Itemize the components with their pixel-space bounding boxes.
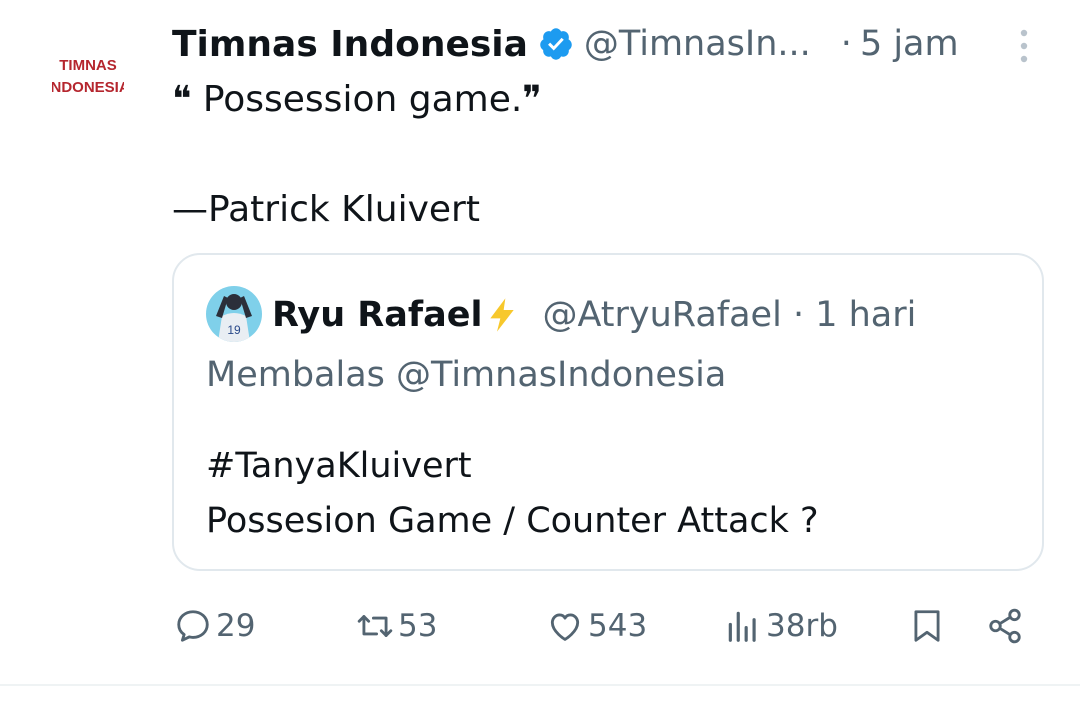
timnas-logo: TIMNAS INDONESIA [46, 57, 130, 96]
verified-badge-icon[interactable] [538, 26, 574, 62]
logo-line-1: TIMNAS [59, 57, 117, 74]
lightning-icon [490, 298, 515, 332]
share-button[interactable] [986, 598, 1024, 654]
like-count: 543 [588, 608, 648, 644]
retweet-icon [357, 615, 393, 637]
author-handle[interactable]: @TimnasIn... [584, 24, 811, 64]
reply-to-label[interactable]: Membalas @TimnasIndonesia [206, 355, 726, 395]
author-name[interactable]: Timnas Indonesia [172, 24, 528, 65]
tweet-text: ❝ Possession game.❞ —Patrick Kluivert [172, 74, 1032, 236]
quoted-tweet-header: Ryu Rafael @AtryuRafael · 1 hari [272, 291, 916, 339]
bookmark-button[interactable] [908, 598, 946, 654]
more-vertical-icon[interactable] [1012, 26, 1036, 66]
tweet-divider [0, 684, 1080, 686]
tweet-text-quote: ❝ Possession game.❞ [172, 79, 542, 120]
quoted-author-name[interactable]: Ryu Rafael [272, 295, 482, 335]
quoted-author-handle-time[interactable]: @AtryuRafael · 1 hari [542, 295, 916, 335]
quoted-author-avatar[interactable]: 19 [206, 286, 262, 342]
views-button[interactable]: 38rb [724, 598, 838, 654]
reply-icon [177, 610, 209, 642]
jersey-number: 19 [227, 323, 241, 337]
tweet-header: Timnas Indonesia @TimnasIn... · 5 jam [172, 18, 1052, 70]
bookmark-icon [914, 610, 940, 642]
views-count: 38rb [766, 608, 838, 644]
action-bar: 29 53 543 38rb [0, 598, 1080, 654]
quoted-question: Possesion Game / Counter Attack ? [206, 501, 819, 541]
like-button[interactable]: 543 [546, 598, 647, 654]
author-avatar[interactable]: TIMNAS INDONESIA [46, 50, 130, 106]
reply-count: 29 [216, 608, 256, 644]
quoted-tweet-card[interactable]: 19 Ryu Rafael @AtryuRafael · 1 hari Memb… [172, 253, 1044, 571]
share-icon [989, 608, 1021, 644]
player-photo-avatar: 19 [206, 286, 262, 342]
reply-button[interactable]: 29 [174, 598, 255, 654]
logo-line-2: INDONESIA [52, 79, 124, 96]
views-chart-icon [728, 611, 756, 642]
tweet-time[interactable]: 5 jam [860, 24, 959, 64]
quoted-hashtag[interactable]: #TanyaKluivert [206, 439, 819, 494]
retweet-button[interactable]: 53 [356, 598, 437, 654]
time-separator: · [840, 24, 852, 64]
quoted-tweet-text: #TanyaKluivert Possesion Game / Counter … [206, 439, 819, 549]
tweet-text-attribution: —Patrick Kluivert [172, 189, 480, 230]
heart-icon [550, 613, 580, 641]
retweet-count: 53 [398, 608, 438, 644]
